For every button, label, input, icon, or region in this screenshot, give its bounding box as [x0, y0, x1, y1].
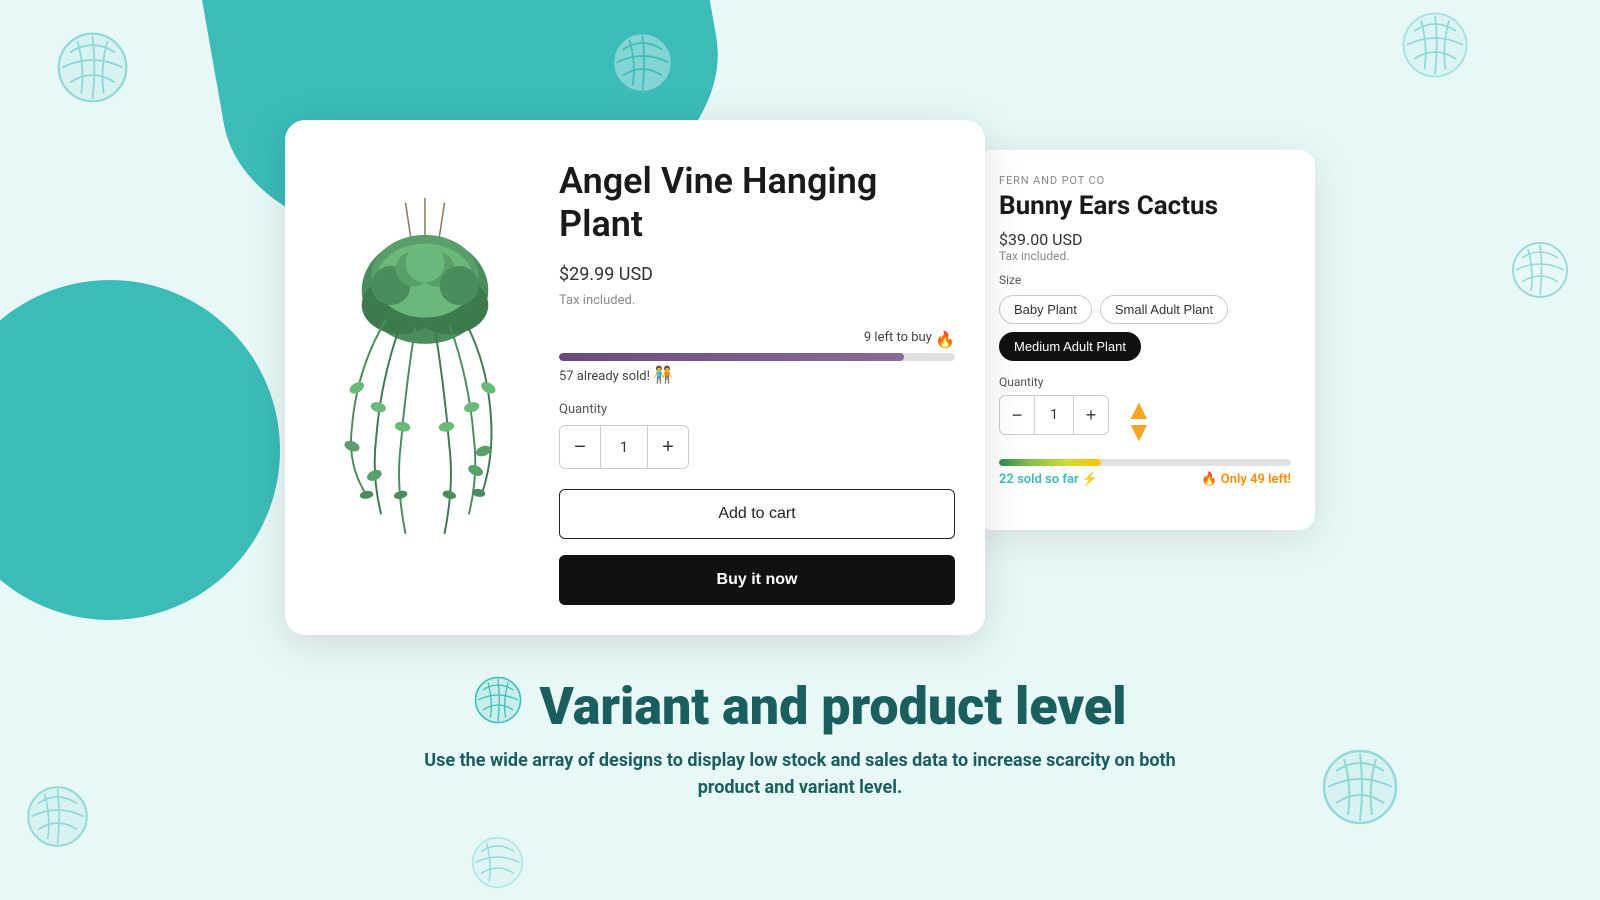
- size-options: Baby Plant Small Adult Plant Medium Adul…: [999, 295, 1291, 361]
- angel-vine-stock-bar-bg: [559, 353, 955, 361]
- only-left-label: 🔥 Only 49 left!: [1201, 472, 1291, 487]
- size-label: Size: [999, 273, 1291, 287]
- angel-vine-stock-bar-fill: [559, 353, 904, 361]
- angel-vine-qty-control: − 1 +: [559, 425, 689, 469]
- cactus-stock-bar-bg: [999, 459, 1291, 466]
- angel-vine-image-area: [315, 150, 535, 605]
- angel-vine-qty-label: Quantity: [559, 402, 955, 417]
- angel-vine-plant-image: [325, 193, 525, 563]
- bunny-ears-qty-control: − 1 +: [999, 395, 1109, 435]
- size-medium-adult[interactable]: Medium Adult Plant: [999, 332, 1141, 361]
- angel-vine-title: Angel Vine Hanging Plant: [559, 160, 955, 246]
- angel-vine-tax: Tax included.: [559, 293, 955, 308]
- people-emoji: 🧑‍🤝‍🧑: [653, 365, 673, 384]
- cards-row: Angel Vine Hanging Plant $29.99 USD Tax …: [285, 120, 1315, 635]
- angel-vine-stock-area: 9 left to buy 🔥 57 already sold! 🧑‍🤝‍🧑: [559, 330, 955, 384]
- bunny-ears-cactus-card: FERN AND POT CO Bunny Ears Cactus $39.00…: [975, 150, 1315, 530]
- headline-row: Variant and product level: [420, 675, 1180, 737]
- size-baby-plant[interactable]: Baby Plant: [999, 295, 1092, 324]
- arrow-down-icon: ▼: [1125, 421, 1153, 443]
- angel-vine-price: $29.99 USD: [559, 264, 955, 285]
- fire-icon: 🔥: [935, 330, 955, 349]
- cactus-stock-bar-fill: [999, 459, 1101, 466]
- angel-vine-qty-minus[interactable]: −: [560, 426, 600, 468]
- brand-label: FERN AND POT CO: [999, 174, 1291, 187]
- double-arrow-indicator: ▲ ▼: [1125, 399, 1153, 444]
- bunny-ears-qty-value: 1: [1034, 396, 1074, 434]
- sub-headline: Use the wide array of designs to display…: [420, 747, 1180, 801]
- bottom-section: Variant and product level Use the wide a…: [320, 675, 1280, 801]
- bunny-ears-qty-label: Quantity: [999, 375, 1291, 389]
- angel-vine-stock-label: 9 left to buy 🔥: [559, 330, 955, 349]
- size-small-adult[interactable]: Small Adult Plant: [1100, 295, 1228, 324]
- bunny-ears-qty-plus[interactable]: +: [1074, 396, 1108, 434]
- sold-so-far-label: 22 sold so far ⚡: [999, 472, 1098, 487]
- angel-vine-qty-value: 1: [600, 426, 648, 468]
- stock-left-text: 9 left to buy: [864, 330, 932, 349]
- angel-vine-details: Angel Vine Hanging Plant $29.99 USD Tax …: [559, 150, 955, 605]
- qty-and-arrow-row: − 1 + ▲ ▼: [999, 395, 1291, 447]
- add-to-cart-button[interactable]: Add to cart: [559, 489, 955, 539]
- angel-vine-card: Angel Vine Hanging Plant $29.99 USD Tax …: [285, 120, 985, 635]
- bunny-ears-tax: Tax included.: [999, 249, 1291, 263]
- main-content: Angel Vine Hanging Plant $29.99 USD Tax …: [0, 0, 1600, 900]
- angel-vine-sold-label: 57 already sold! 🧑‍🤝‍🧑: [559, 365, 955, 384]
- cactus-stock-info: 22 sold so far ⚡ 🔥 Only 49 left!: [999, 472, 1291, 487]
- bunny-ears-qty-minus[interactable]: −: [1000, 396, 1034, 434]
- bunny-ears-title: Bunny Ears Cactus: [999, 191, 1291, 222]
- buy-now-button[interactable]: Buy it now: [559, 555, 955, 605]
- yarn-inline-icon: [473, 675, 523, 737]
- bunny-ears-price: $39.00 USD: [999, 230, 1291, 249]
- angel-vine-qty-plus[interactable]: +: [648, 426, 688, 468]
- main-headline: Variant and product level: [539, 678, 1126, 735]
